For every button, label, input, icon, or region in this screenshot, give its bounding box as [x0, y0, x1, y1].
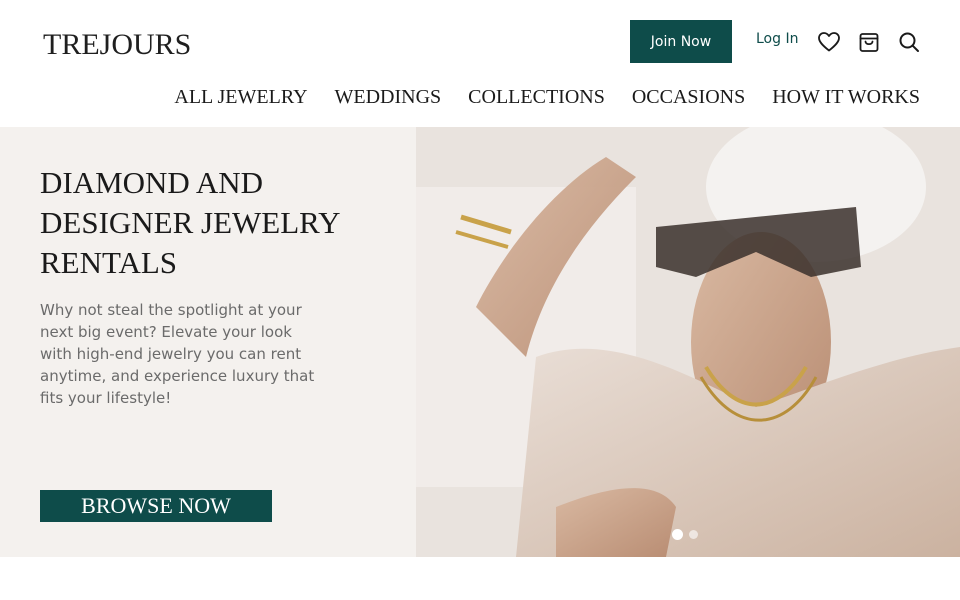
main-nav: ALL JEWELRY WEDDINGS COLLECTIONS OCCASIO…: [174, 86, 920, 109]
browse-now-button[interactable]: BROWSE NOW: [40, 490, 272, 522]
page-below-fold: [0, 557, 960, 600]
search-icon[interactable]: [897, 30, 921, 54]
hero-banner: DIAMOND AND DESIGNER JEWELRY RENTALS Why…: [0, 127, 960, 557]
log-in-link[interactable]: Log In: [756, 31, 798, 47]
heart-icon[interactable]: [817, 30, 841, 54]
nav-item-how-it-works[interactable]: HOW IT WORKS: [772, 86, 920, 109]
hero-description: Why not steal the spotlight at your next…: [40, 301, 315, 407]
logo[interactable]: TREJOURS: [43, 28, 191, 62]
join-now-button[interactable]: Join Now: [630, 20, 732, 63]
carousel-dot-2[interactable]: [689, 530, 698, 539]
site-header: TREJOURS Join Now Log In ALL JEWELRY WED…: [0, 0, 960, 127]
hero-title: DIAMOND AND DESIGNER JEWELRY RENTALS: [40, 165, 340, 280]
carousel-dots: [672, 529, 698, 540]
carousel-dot-1[interactable]: [672, 529, 683, 540]
bag-icon[interactable]: [857, 30, 881, 54]
nav-item-all-jewelry[interactable]: ALL JEWELRY: [174, 86, 307, 109]
nav-item-weddings[interactable]: WEDDINGS: [335, 86, 442, 109]
nav-item-occasions[interactable]: OCCASIONS: [632, 86, 745, 109]
hero-image: [416, 127, 960, 557]
nav-item-collections[interactable]: COLLECTIONS: [468, 86, 605, 109]
hero-text-panel: DIAMOND AND DESIGNER JEWELRY RENTALS Why…: [0, 127, 416, 557]
hero-photo-illustration: [416, 127, 960, 557]
